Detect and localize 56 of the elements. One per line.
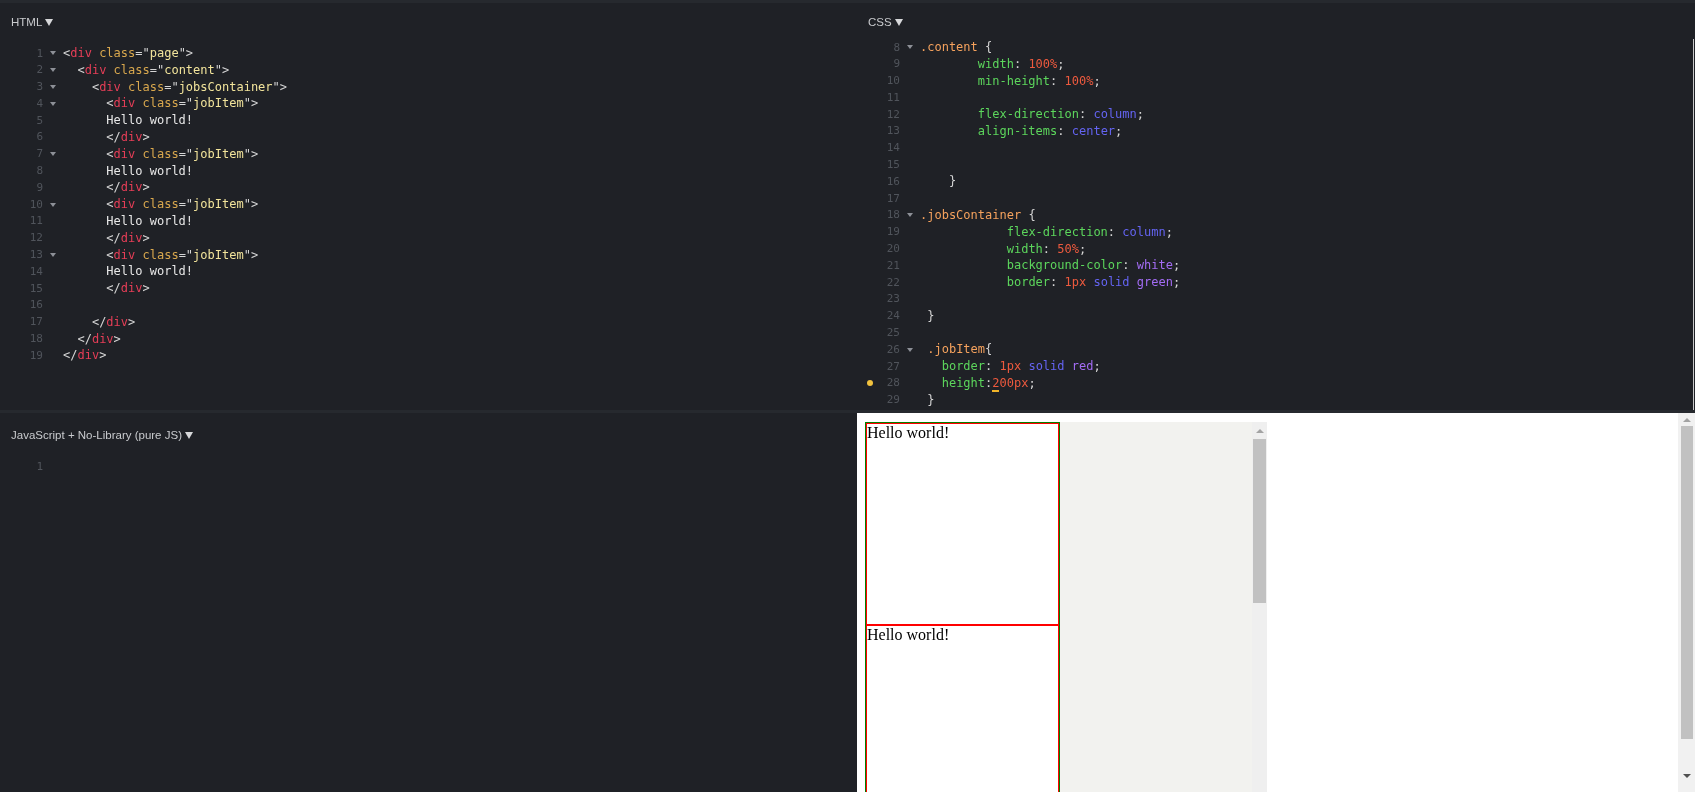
code-line: border: 1px solid red;: [941, 359, 1101, 374]
caret-icon[interactable]: [907, 45, 913, 50]
panel-menu-button[interactable]: JavaScript + No-Library (pure JS): [11, 429, 193, 441]
caret-icon[interactable]: [50, 101, 56, 106]
code-line: <div class="jobItem">: [106, 96, 259, 111]
caret-icon[interactable]: [50, 85, 56, 89]
code-line: width: 100%;: [977, 56, 1065, 71]
scrollbar-thumb[interactable]: [1253, 439, 1266, 603]
panel-menu-button[interactable]: HTML: [11, 16, 54, 28]
caret-icon: [184, 431, 193, 439]
code-line: align-items: center;: [977, 124, 1123, 138]
code-line: </div>: [77, 331, 121, 346]
code-line: }: [927, 308, 935, 323]
code-line: </div>: [106, 130, 150, 144]
scroll-down-icon[interactable]: [1682, 774, 1691, 778]
code-line: Hello world!: [106, 264, 194, 279]
caret-icon[interactable]: [907, 347, 913, 352]
code-line: .jobItem{: [927, 342, 993, 357]
caret-icon: [894, 18, 903, 26]
job-item-text: Hello world!: [867, 424, 950, 441]
code-line: }: [948, 174, 957, 189]
code-line: </div>: [106, 230, 150, 245]
caret-icon[interactable]: [50, 51, 56, 56]
code-line: Hello world!: [106, 213, 194, 228]
code-line: <div class="jobItem">: [106, 247, 259, 262]
code-line: background-color: white;: [1006, 258, 1181, 273]
code-line: </div>: [106, 281, 150, 296]
code-line: .jobsContainer {: [920, 207, 1036, 222]
panel-menu-button[interactable]: CSS: [868, 16, 903, 28]
code-line: flex-direction: column;: [1006, 224, 1173, 239]
code-line: </div>: [63, 348, 107, 363]
caret-icon[interactable]: [50, 152, 56, 157]
code-line: <div class="jobItem">: [106, 197, 259, 212]
code-line: border: 1px solid green;: [1006, 275, 1181, 290]
job-item-text: Hello world!: [867, 626, 950, 643]
code-line: <div class="content">: [77, 62, 230, 77]
caret-icon[interactable]: [50, 252, 56, 257]
code-line: }: [927, 392, 935, 407]
caret-icon[interactable]: [50, 68, 56, 73]
code-line: </div>: [106, 180, 150, 195]
code-line: <div class="jobItem">: [106, 146, 259, 161]
scrollbar[interactable]: [1678, 413, 1695, 792]
caret-icon: [45, 18, 54, 26]
code-line: Hello world!: [106, 163, 194, 178]
code-line: </div>: [91, 314, 136, 329]
code-line: min-height: 100%;: [977, 73, 1101, 88]
code-line: flex-direction: column;: [977, 107, 1144, 122]
caret-icon[interactable]: [50, 202, 56, 207]
code-line: .content {: [920, 40, 993, 54]
code-line: Hello world!: [106, 113, 194, 128]
code-line: width: 50%;: [1006, 241, 1087, 256]
code-line: <div class="jobsContainer">: [91, 79, 287, 94]
scrollbar-thumb[interactable]: [1680, 426, 1693, 739]
caret-icon[interactable]: [907, 213, 913, 218]
code-line: <div class="page">: [63, 46, 194, 60]
code-line: height:200px;: [941, 375, 1036, 390]
